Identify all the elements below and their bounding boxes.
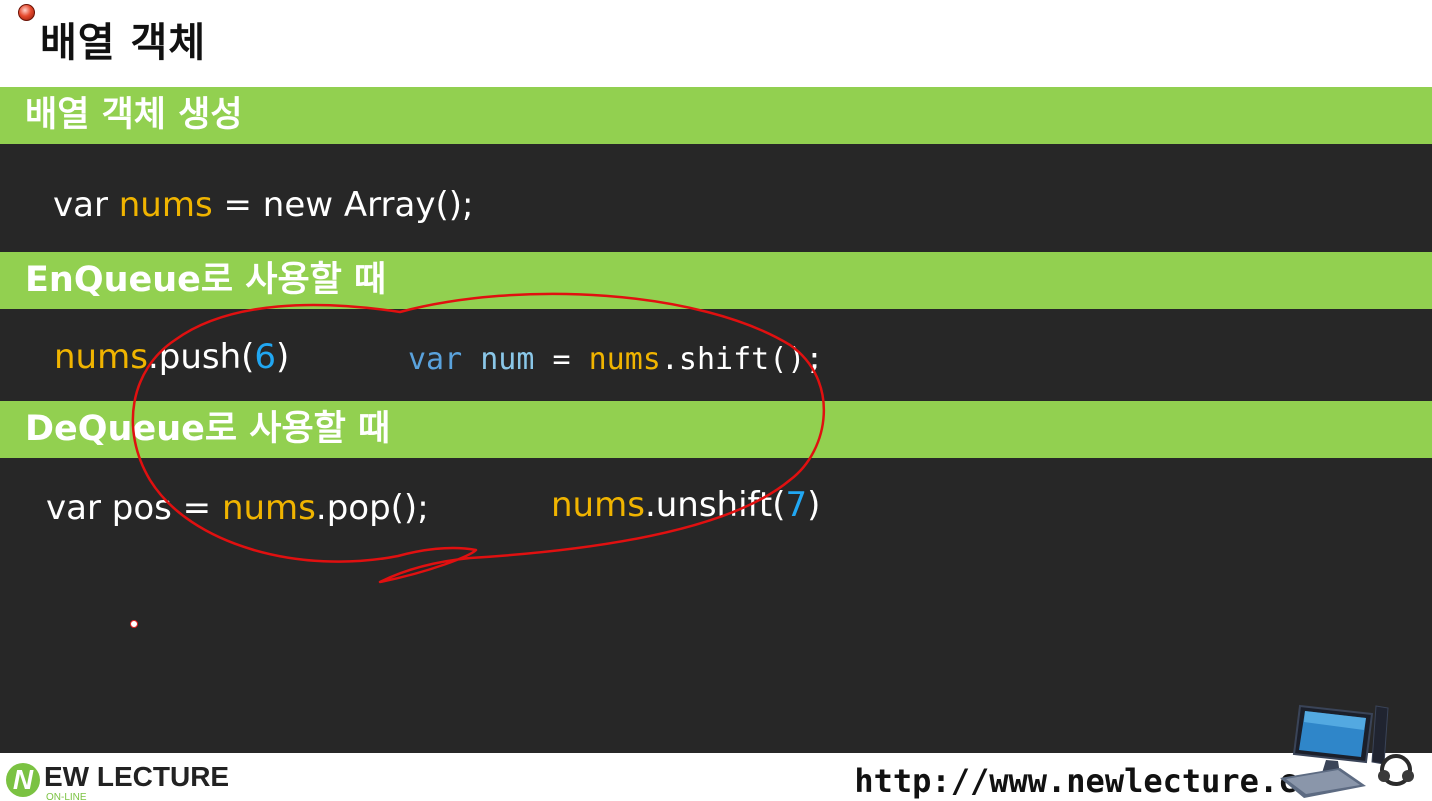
section-header-dequeue: DeQueue로 사용할 때 — [0, 401, 1432, 458]
code-line-push: nums.push(6) — [54, 335, 289, 379]
code-method: .unshift( — [644, 485, 786, 525]
code-identifier: nums — [54, 337, 148, 377]
code-call: .pop(); — [315, 488, 429, 528]
section-heading: 배열 객체 생성 — [25, 95, 243, 135]
code-line-shift: var num = nums.shift(); — [408, 338, 823, 382]
code-close: ) — [807, 485, 821, 525]
brand-logo: N EW LECTURE ON-LINE — [6, 761, 246, 801]
code-argument: 6 — [254, 337, 277, 377]
title-bullet-icon — [18, 4, 35, 21]
section-header-enqueue: EnQueue로 사용할 때 — [0, 252, 1432, 309]
code-identifier: nums — [221, 488, 316, 528]
code-identifier: num — [480, 342, 535, 377]
code-call: .shift(); — [660, 342, 824, 377]
slide: 배열 객체 배열 객체 생성 var nums = new Array(); E… — [0, 0, 1432, 801]
code-identifier: nums — [118, 185, 213, 225]
logo-text: EW LECTURE — [44, 761, 230, 792]
code-prefix: var pos = — [46, 488, 222, 528]
section-header-create: 배열 객체 생성 — [0, 87, 1432, 144]
code-keyword: var — [408, 342, 463, 377]
code-argument: 7 — [785, 485, 808, 525]
computer-icon — [1280, 704, 1414, 798]
slide-title: 배열 객체 — [40, 20, 207, 66]
code-method: .push( — [147, 337, 255, 377]
code-line-pop: var pos = nums.pop(); — [46, 486, 429, 530]
footer: N EW LECTURE ON-LINE http://www.newlectu… — [0, 753, 1432, 801]
logo-subtext: ON-LINE — [46, 792, 87, 801]
code-keyword: var — [53, 185, 119, 225]
section-heading: EnQueue로 사용할 때 — [25, 260, 387, 300]
code-object: nums — [588, 342, 661, 377]
logo-mark: N — [6, 763, 40, 797]
code-close: ) — [276, 337, 290, 377]
code-line-unshift: nums.unshift(7) — [551, 483, 820, 527]
pointer-dot-icon — [130, 620, 138, 628]
code-line-create: var nums = new Array(); — [53, 183, 473, 227]
code-identifier: nums — [551, 485, 645, 525]
section-heading: DeQueue로 사용할 때 — [25, 409, 391, 449]
code-rest: = new Array(); — [212, 185, 474, 225]
footer-url: http://www.newlecture.com — [854, 762, 1336, 800]
code-operator: = — [534, 342, 589, 377]
